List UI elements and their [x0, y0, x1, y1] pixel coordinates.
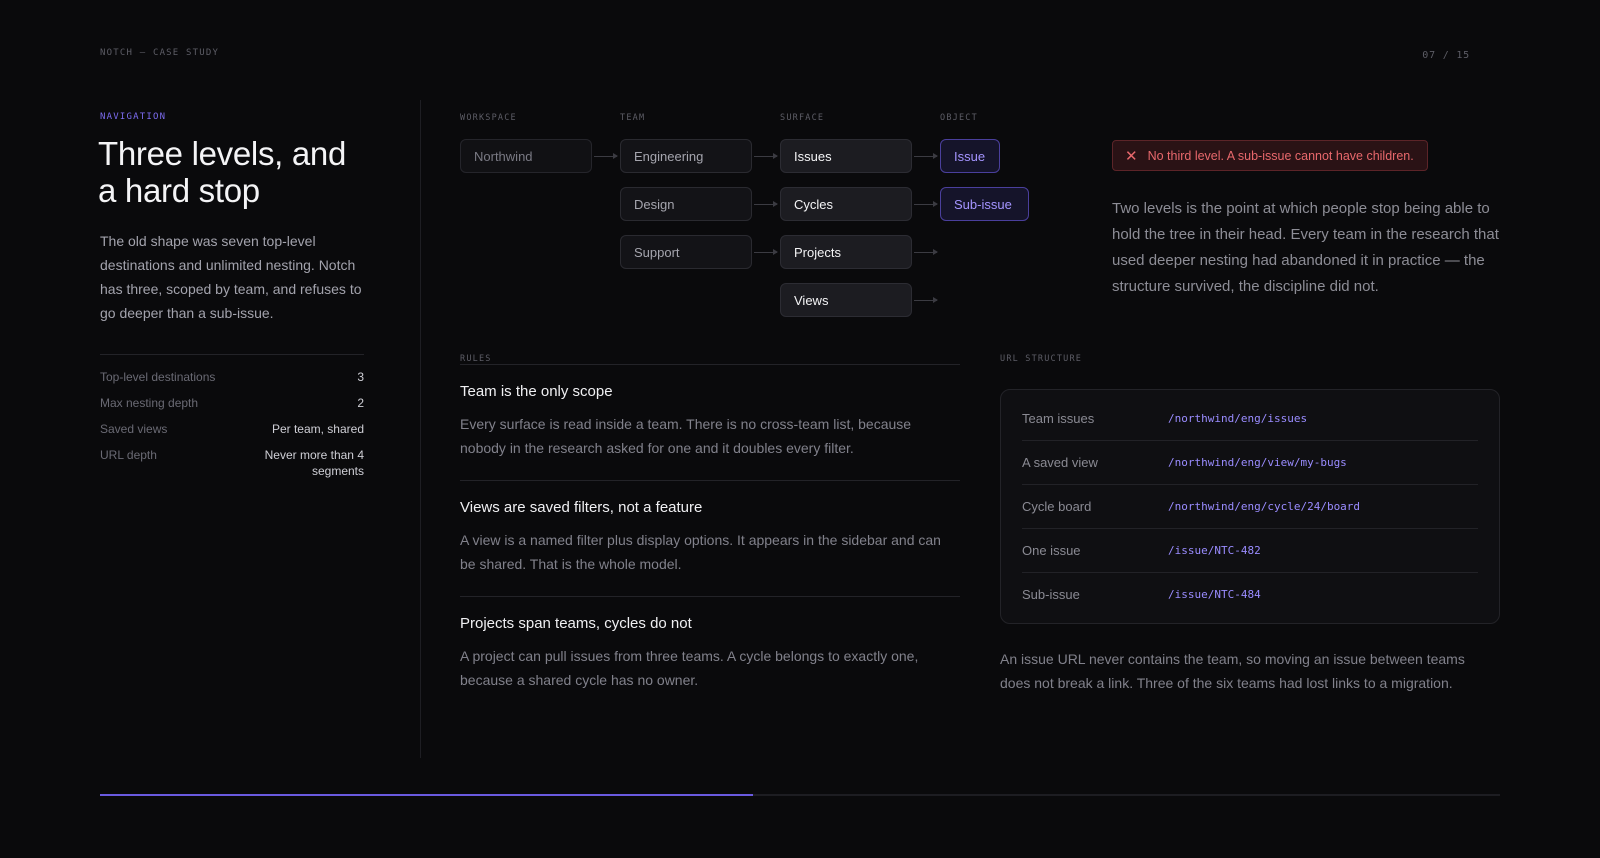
- rules-label: RULES: [460, 354, 492, 364]
- tree-node-team: Design: [620, 187, 752, 221]
- tree-node-object: Issue: [940, 139, 1000, 173]
- tree-connector-arrow: [914, 201, 938, 207]
- tree-node-surface: Projects: [780, 235, 912, 269]
- page-title: Three levels, and a hard stop: [98, 135, 364, 209]
- column-divider: [420, 100, 421, 758]
- url-path: /northwind/eng/issues: [1168, 412, 1308, 425]
- url-note: An issue URL never contains the team, so…: [1000, 651, 1465, 691]
- tree-node-surface: Issues: [780, 139, 912, 173]
- rule-title: Views are saved filters, not a feature: [460, 499, 703, 516]
- tree-connector-arrow: [754, 153, 778, 159]
- page-title-line-2: a hard stop: [98, 172, 260, 209]
- url-path: /northwind/eng/view/my-bugs: [1168, 456, 1347, 469]
- url-row: Team issues /northwind/eng/issues: [1022, 397, 1478, 441]
- tree-column-surface: SURFACE: [780, 113, 825, 123]
- stat-label: Saved views: [100, 422, 168, 436]
- tree-connector-arrow: [914, 249, 938, 255]
- tree-connector-arrow: [914, 297, 938, 303]
- url-path: /northwind/eng/cycle/24/board: [1168, 500, 1361, 513]
- rule-item: Views are saved filters, not a feature A…: [460, 480, 960, 596]
- rule-body: Every surface is read inside a team. The…: [460, 416, 912, 456]
- warning-text: No third level. A sub-issue cannot have …: [1147, 148, 1414, 163]
- url-table: Team issues /northwind/eng/issues A save…: [1000, 389, 1500, 624]
- tree-connector-arrow: [914, 153, 938, 159]
- tree-column-workspace: WORKSPACE: [460, 113, 517, 123]
- rule-body: A project can pull issues from three tea…: [460, 648, 919, 688]
- tree-node-team: Engineering: [620, 139, 752, 173]
- stat-row: Saved views Per team, shared: [100, 421, 364, 437]
- url-structure-section: URL STRUCTURE Team issues /northwind/eng…: [1000, 354, 1500, 695]
- rule-title: Projects span teams, cycles do not: [460, 615, 692, 632]
- tree-connector-arrow: [754, 249, 778, 255]
- url-structure-label: URL STRUCTURE: [1000, 354, 1083, 364]
- url-label: Cycle board: [1022, 499, 1092, 514]
- deck-progress-fill: [100, 794, 754, 796]
- tree-node-team: Support: [620, 235, 752, 269]
- rule-title: Team is the only scope: [460, 383, 613, 400]
- close-x-icon: ✕: [1125, 147, 1138, 165]
- tree-note: Two levels is the point at which people …: [1112, 200, 1499, 295]
- stat-label: Top-level destinations: [100, 370, 216, 384]
- tree-connector-arrow: [594, 153, 618, 159]
- stat-label: Max nesting depth: [100, 396, 199, 410]
- url-row: Sub-issue /issue/NTC-484: [1022, 573, 1478, 616]
- url-row: Cycle board /northwind/eng/cycle/24/boar…: [1022, 485, 1478, 529]
- url-row: One issue /issue/NTC-482: [1022, 529, 1478, 573]
- deck-kicker: NOTCH — CASE STUDY: [100, 48, 220, 58]
- stat-value: 3: [357, 370, 364, 384]
- stat-value: Per team, shared: [271, 422, 364, 436]
- tree-column-object: OBJECT: [940, 113, 978, 123]
- intro-text: The old shape was seven top-level destin…: [100, 233, 362, 321]
- page-title-line-1: Three levels, and: [98, 135, 347, 172]
- rule-item: Team is the only scope Every surface is …: [460, 364, 960, 480]
- url-path: /issue/NTC-482: [1168, 544, 1261, 557]
- page-indicator: 07 / 15: [1422, 50, 1470, 61]
- tree-connector-arrow: [754, 201, 778, 207]
- url-label: A saved view: [1022, 455, 1098, 470]
- url-label: One issue: [1022, 543, 1081, 558]
- url-label: Sub-issue: [1022, 587, 1080, 602]
- url-path: /issue/NTC-484: [1168, 588, 1261, 601]
- stat-row: URL depth Never more than 4 segments: [100, 447, 364, 479]
- url-row: A saved view /northwind/eng/view/my-bugs: [1022, 441, 1478, 485]
- section-label: NAVIGATION: [100, 112, 167, 122]
- stat-value: 2: [357, 396, 364, 410]
- rules-section: RULES Team is the only scope Every surfa…: [460, 354, 960, 712]
- tree-column-team: TEAM: [620, 113, 646, 123]
- tree-node-object: Sub-issue: [940, 187, 1029, 221]
- tree-node-workspace: Northwind: [460, 139, 592, 173]
- tree-node-surface: Views: [780, 283, 912, 317]
- stat-row: Top-level destinations 3: [100, 369, 364, 385]
- stat-row: Max nesting depth 2: [100, 395, 364, 411]
- depth-limit-warning: ✕ No third level. A sub-issue cannot hav…: [1112, 140, 1428, 171]
- stat-value: Never more than 4 segments: [264, 448, 364, 478]
- deck-progress-bar: [100, 794, 1500, 796]
- tree-node-surface: Cycles: [780, 187, 912, 221]
- url-label: Team issues: [1022, 411, 1095, 426]
- stats-list: Top-level destinations 3 Max nesting dep…: [100, 354, 364, 479]
- stat-label: URL depth: [100, 448, 157, 462]
- rule-body: A view is a named filter plus display op…: [460, 532, 941, 572]
- rule-item: Projects span teams, cycles do not A pro…: [460, 596, 960, 712]
- intro-panel: NAVIGATION Three levels, and a hard stop…: [98, 112, 364, 489]
